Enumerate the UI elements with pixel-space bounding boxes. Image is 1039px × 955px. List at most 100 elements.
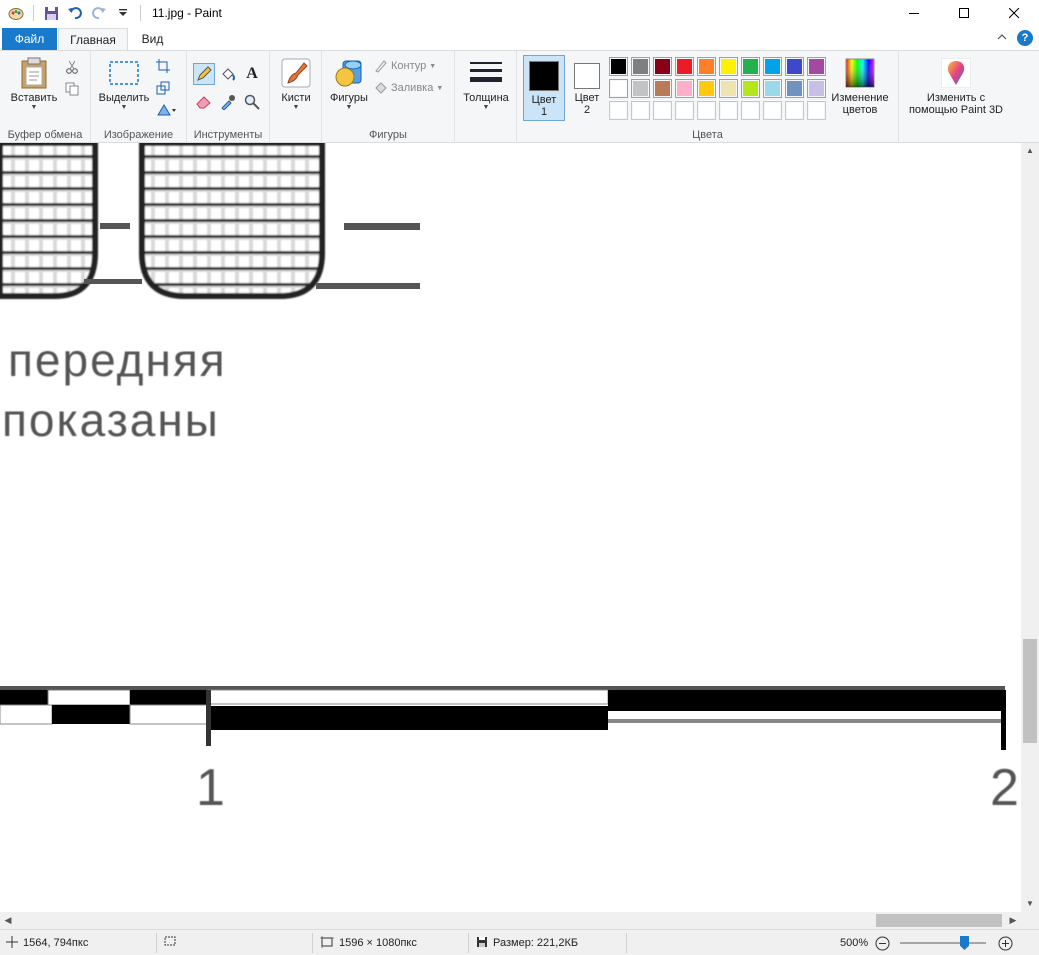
palette-color-swatch[interactable]	[675, 79, 694, 98]
palette-color-fill	[809, 81, 824, 96]
undo-icon[interactable]	[65, 3, 85, 23]
cursor-position-text: 1564, 794пкс	[23, 937, 89, 949]
select-button[interactable]: Выделить ▼	[95, 57, 153, 111]
customize-qat-icon[interactable]	[113, 3, 133, 23]
scroll-right-icon[interactable]: ▶	[1005, 912, 1021, 929]
tab-view[interactable]: Вид	[130, 28, 175, 50]
shapes-group: Фигуры ▼ Контур ▼ Заливка ▼ Фигуры	[322, 51, 455, 143]
help-icon[interactable]: ?	[1017, 30, 1033, 46]
palette-color-swatch[interactable]	[675, 101, 694, 120]
shapes-button[interactable]: Фигуры ▼	[326, 57, 372, 111]
palette-color-swatch[interactable]	[741, 101, 760, 120]
canvas-area[interactable]: передняя показаны 1 2	[0, 143, 1021, 912]
status-divider	[626, 933, 627, 953]
rotate-icon[interactable]	[153, 100, 181, 120]
palette-color-swatch[interactable]	[631, 101, 650, 120]
chevron-down-icon: ▼	[482, 104, 490, 111]
crosshair-icon	[6, 935, 18, 951]
palette-color-swatch[interactable]	[631, 57, 650, 76]
tools-group-label: Инструменты	[193, 129, 263, 141]
zoom-out-button[interactable]	[875, 930, 890, 955]
palette-color-swatch[interactable]	[785, 57, 804, 76]
resize-icon[interactable]	[153, 78, 173, 98]
crop-icon[interactable]	[153, 56, 173, 76]
vertical-scroll-thumb[interactable]	[1023, 639, 1037, 743]
paint-app-icon[interactable]	[6, 3, 26, 23]
palette-color-swatch[interactable]	[653, 57, 672, 76]
palette-color-swatch[interactable]	[609, 101, 628, 120]
palette-color-swatch[interactable]	[653, 79, 672, 98]
palette-color-swatch[interactable]	[631, 79, 650, 98]
copy-icon[interactable]	[62, 79, 82, 99]
palette-color-swatch[interactable]	[697, 101, 716, 120]
paint3d-icon	[940, 57, 972, 89]
palette-color-swatch[interactable]	[697, 79, 716, 98]
minimize-button[interactable]	[889, 0, 939, 26]
palette-color-swatch[interactable]	[719, 101, 738, 120]
palette-color-swatch[interactable]	[807, 57, 826, 76]
vertical-scrollbar[interactable]: ▲ ▼	[1021, 143, 1039, 912]
palette-color-swatch[interactable]	[807, 79, 826, 98]
save-icon[interactable]	[41, 3, 61, 23]
palette-color-swatch[interactable]	[741, 79, 760, 98]
horizontal-scrollbar[interactable]: ◀ ▶	[0, 912, 1021, 929]
brushes-button[interactable]: Кисти ▼	[274, 57, 318, 111]
window-controls	[889, 0, 1039, 26]
palette-color-fill	[765, 59, 780, 74]
edit-paint3d-button[interactable]: Изменить с помощью Paint 3D	[903, 57, 1009, 116]
zoom-in-button[interactable]	[998, 930, 1013, 955]
palette-color-swatch[interactable]	[741, 57, 760, 76]
palette-color-fill	[677, 81, 692, 96]
palette-color-swatch[interactable]	[785, 79, 804, 98]
palette-color-swatch[interactable]	[807, 101, 826, 120]
text-icon[interactable]: A	[241, 63, 263, 85]
edit-colors-button[interactable]: Изменение цветов	[827, 57, 893, 116]
fill-bucket-icon[interactable]	[217, 63, 239, 85]
paste-button[interactable]: Вставить ▼	[6, 57, 62, 111]
palette-color-swatch[interactable]	[763, 79, 782, 98]
scale-label-1: 1	[196, 759, 227, 817]
palette-color-fill	[721, 103, 736, 118]
scroll-left-icon[interactable]: ◀	[0, 912, 16, 929]
outline-button[interactable]: Контур ▼	[374, 59, 436, 73]
eraser-icon[interactable]	[193, 91, 215, 113]
fill-button[interactable]: Заливка ▼	[374, 81, 443, 95]
cut-icon[interactable]	[62, 57, 82, 77]
palette-color-swatch[interactable]	[719, 79, 738, 98]
chevron-down-icon: ▼	[436, 84, 444, 92]
palette-color-swatch[interactable]	[675, 57, 694, 76]
redo-icon[interactable]	[89, 3, 109, 23]
pencil-icon[interactable]	[193, 63, 215, 85]
horizontal-scroll-thumb[interactable]	[876, 914, 1002, 927]
clipboard-icon	[18, 57, 50, 89]
palette-color-swatch[interactable]	[763, 101, 782, 120]
tab-file[interactable]: Файл	[2, 28, 57, 50]
scroll-up-icon[interactable]: ▲	[1021, 143, 1039, 159]
maximize-button[interactable]	[939, 0, 989, 26]
image-canvas[interactable]	[0, 143, 1021, 912]
tread-pattern-right	[139, 143, 325, 299]
size-button[interactable]: Толщина ▼	[459, 57, 513, 111]
palette-color-swatch[interactable]	[653, 101, 672, 120]
collapse-ribbon-icon[interactable]	[997, 32, 1007, 44]
zoom-slider-track[interactable]	[900, 942, 986, 944]
clipboard-group: Вставить ▼ Буфер обмена	[0, 51, 91, 143]
brushes-group: Кисти ▼	[270, 51, 322, 143]
magnifier-icon[interactable]	[241, 91, 263, 113]
palette-color-swatch[interactable]	[763, 57, 782, 76]
window-title: 11.jpg - Paint	[152, 6, 222, 20]
palette-color-swatch[interactable]	[609, 79, 628, 98]
color-palette	[609, 57, 831, 123]
select-label: Выделить	[98, 92, 150, 104]
palette-color-swatch[interactable]	[719, 57, 738, 76]
close-button[interactable]	[989, 0, 1039, 26]
palette-color-swatch[interactable]	[609, 57, 628, 76]
color2-button[interactable]: Цвет 2	[567, 55, 607, 121]
scroll-down-icon[interactable]: ▼	[1021, 896, 1039, 912]
zoom-slider-thumb[interactable]	[960, 936, 969, 950]
palette-color-swatch[interactable]	[697, 57, 716, 76]
palette-color-swatch[interactable]	[785, 101, 804, 120]
tab-home[interactable]: Главная	[58, 28, 128, 50]
color-picker-icon[interactable]	[217, 91, 239, 113]
color1-button[interactable]: Цвет 1	[523, 55, 565, 121]
